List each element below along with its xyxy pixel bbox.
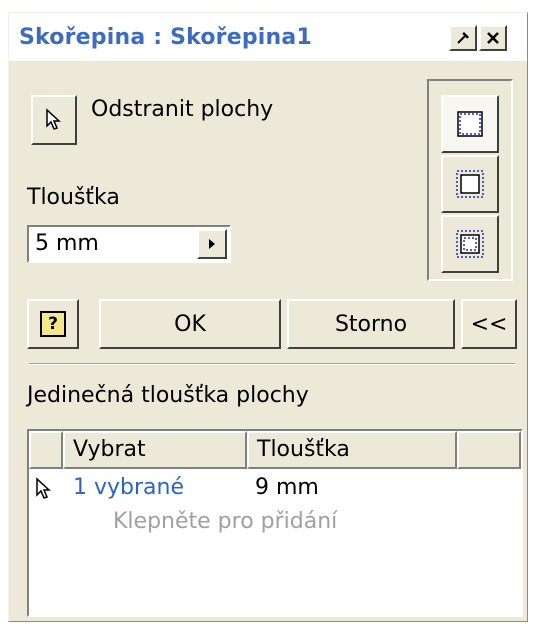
triangle-right-icon [209, 239, 215, 249]
close-icon [487, 32, 499, 44]
add-row-prompt[interactable]: Klepněte pro přidání [113, 509, 337, 534]
thickness-value: 5 mm [35, 231, 99, 256]
column-header-empty [457, 431, 521, 469]
cancel-button[interactable]: Storno [287, 299, 455, 349]
separator [29, 363, 515, 365]
title-bar[interactable]: Skořepina : Skořepina1 [9, 13, 527, 61]
direction-both-button[interactable] [441, 215, 499, 273]
cursor-arrow-icon [36, 477, 51, 499]
dialog-title: Skořepina : Skořepina1 [19, 25, 312, 50]
pin-icon [457, 32, 469, 44]
thickness-arrow-button[interactable] [197, 229, 227, 259]
cancel-label: Storno [334, 311, 408, 337]
thickness-label: Tloušťka [27, 185, 120, 210]
unique-thickness-label: Jedinečná tloušťka plochy [27, 383, 309, 408]
remove-faces-button[interactable] [31, 95, 77, 145]
help-button[interactable]: ? [27, 299, 79, 349]
row-select-value[interactable]: 1 vybrané [73, 475, 184, 500]
direction-both-icon [456, 230, 484, 258]
help-icon: ? [40, 311, 66, 337]
direction-outside-icon [456, 170, 484, 198]
row-thickness-value[interactable]: 9 mm [255, 475, 319, 500]
close-button[interactable] [479, 25, 507, 51]
thickness-field[interactable]: 5 mm [27, 225, 231, 263]
cursor-arrow-icon [46, 108, 61, 130]
pin-button[interactable] [449, 25, 477, 51]
table-corner-header [29, 431, 63, 469]
column-header-thickness[interactable]: Tloušťka [247, 431, 457, 469]
column-header-select[interactable]: Vybrat [63, 431, 247, 469]
direction-group [427, 79, 513, 281]
shell-dialog: Skořepina : Skořepina1 Odstranit plochy [8, 12, 528, 622]
direction-outside-button[interactable] [441, 155, 499, 213]
table-row[interactable]: 1 vybrané 9 mm [29, 471, 521, 507]
collapse-label: << [470, 311, 508, 337]
remove-faces-label: Odstranit plochy [91, 97, 274, 122]
direction-inside-button[interactable] [441, 95, 499, 153]
ok-label: OK [174, 311, 206, 337]
collapse-button[interactable]: << [461, 299, 517, 349]
ok-button[interactable]: OK [99, 299, 281, 349]
direction-inside-icon [457, 111, 483, 137]
unique-thickness-table[interactable]: Vybrat Tloušťka 1 vybrané 9 mm Klepněte … [27, 429, 523, 617]
